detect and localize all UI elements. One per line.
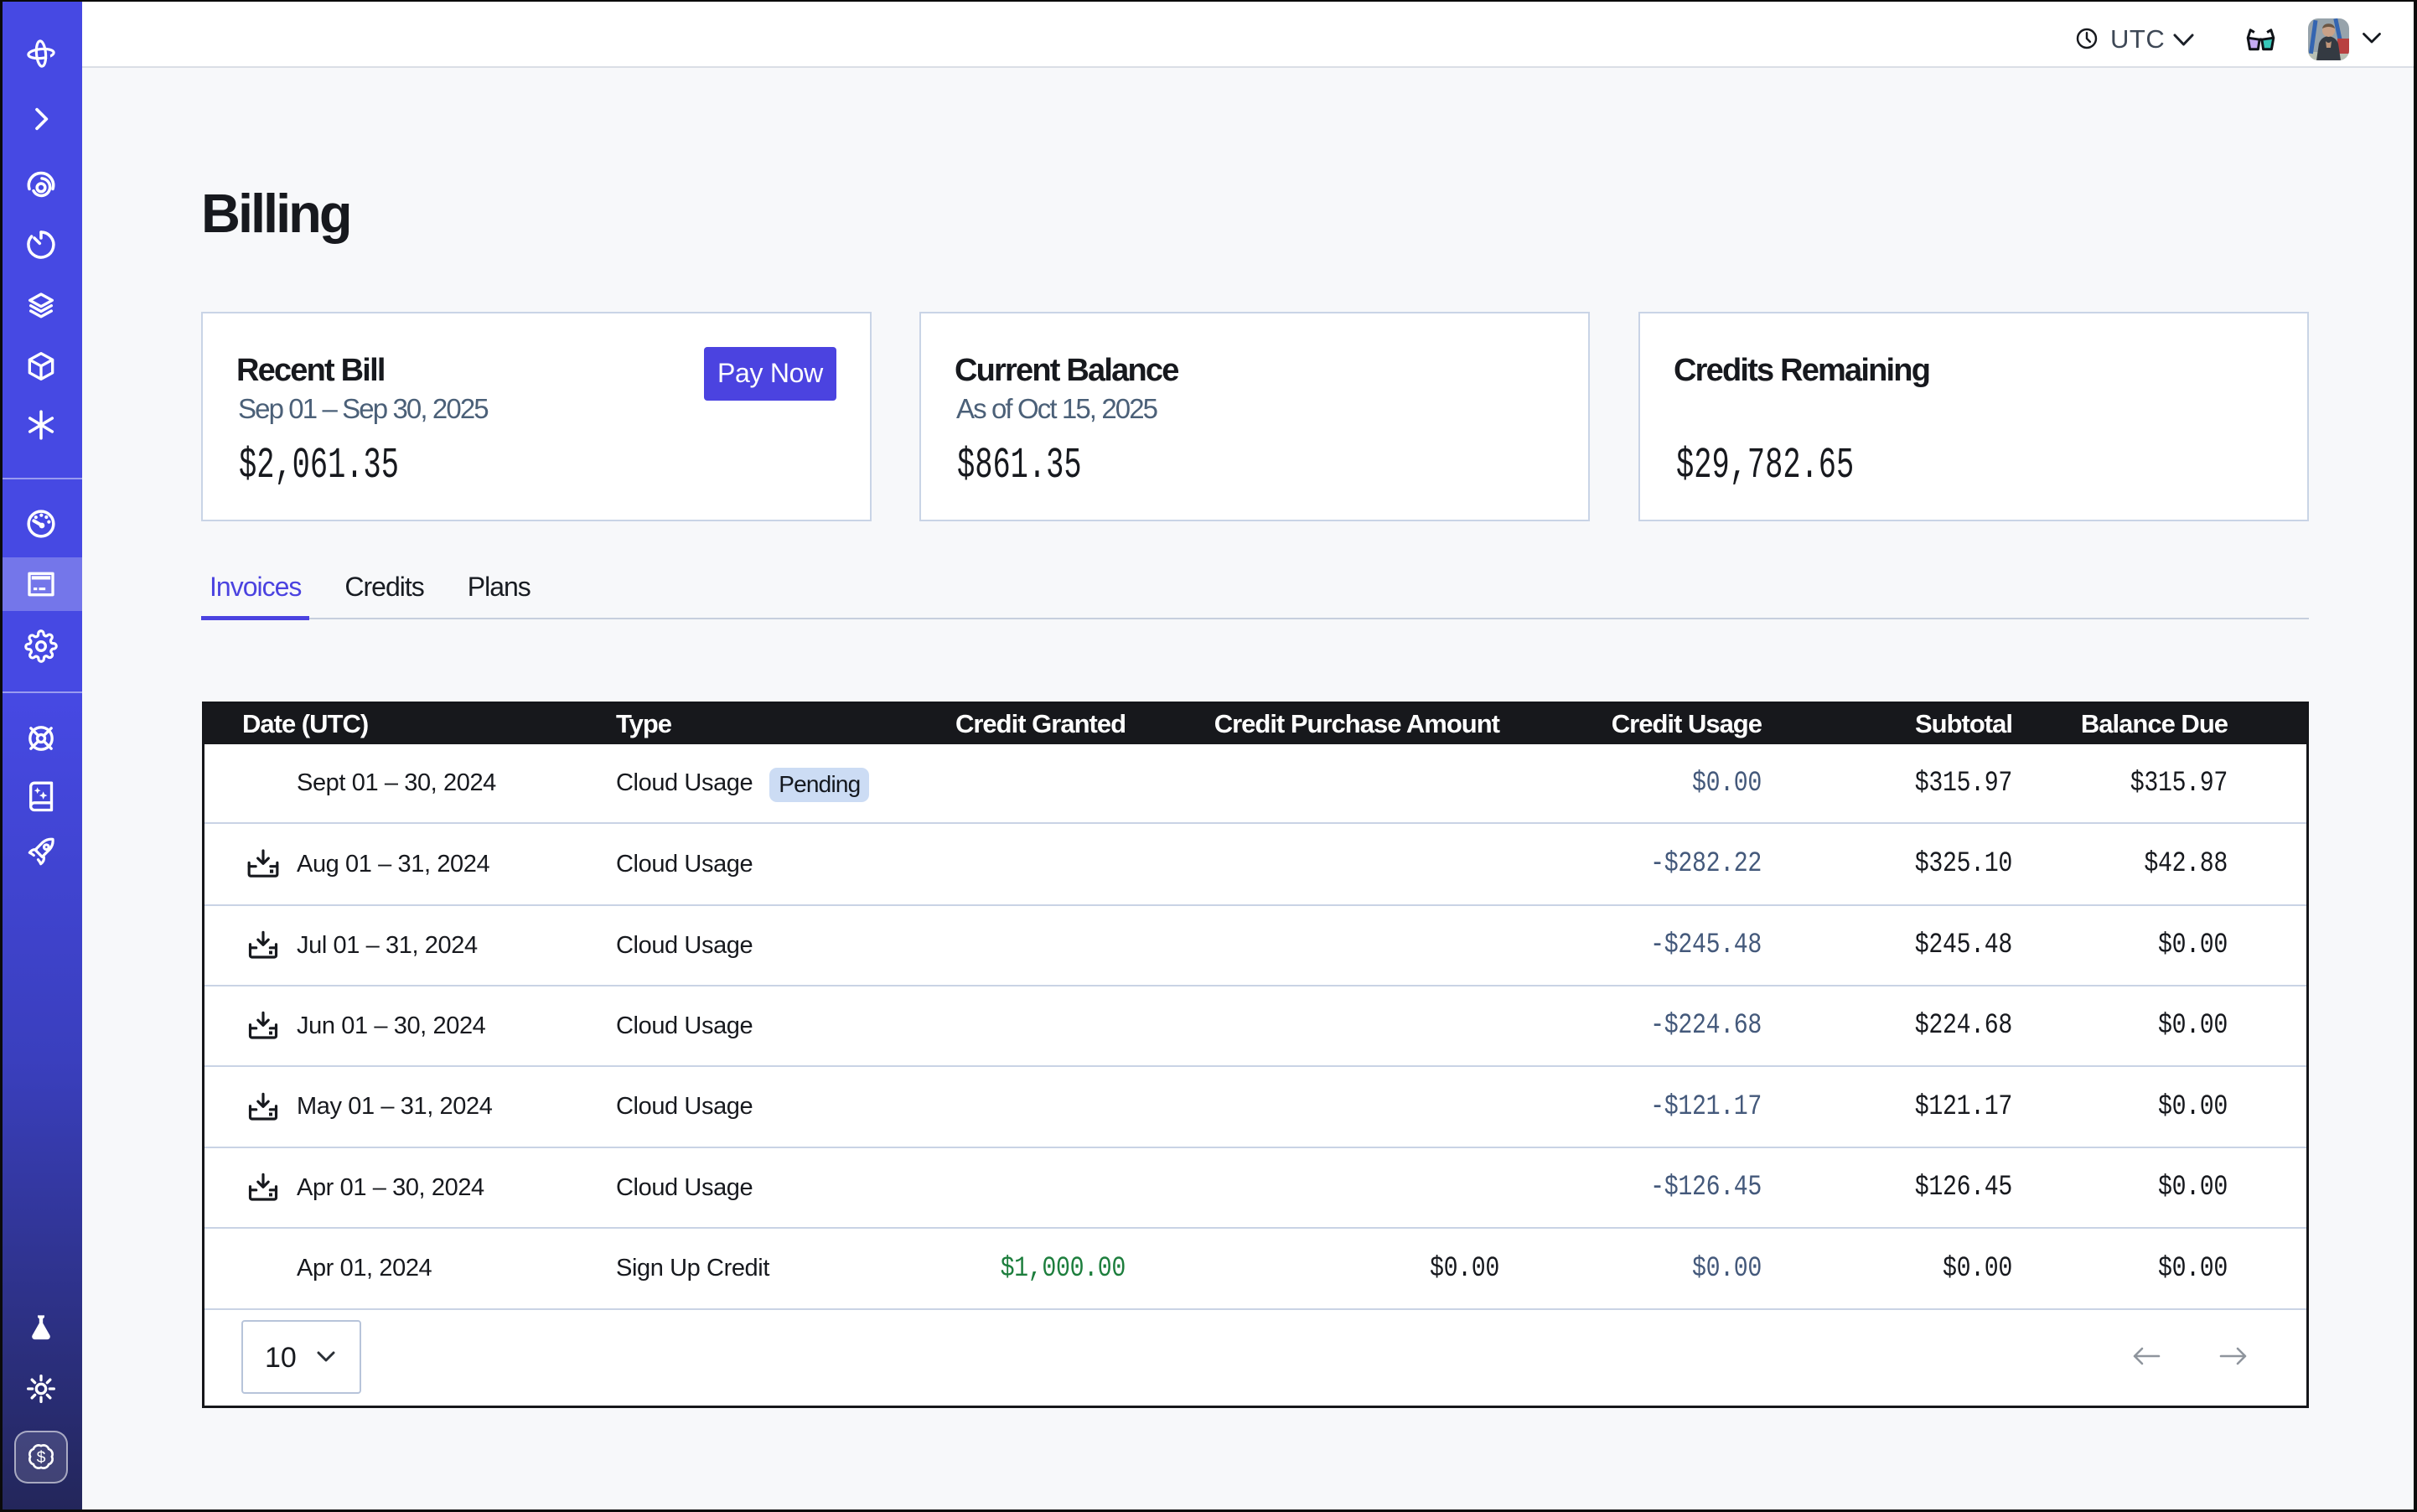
svg-text:$: $	[37, 1448, 46, 1467]
